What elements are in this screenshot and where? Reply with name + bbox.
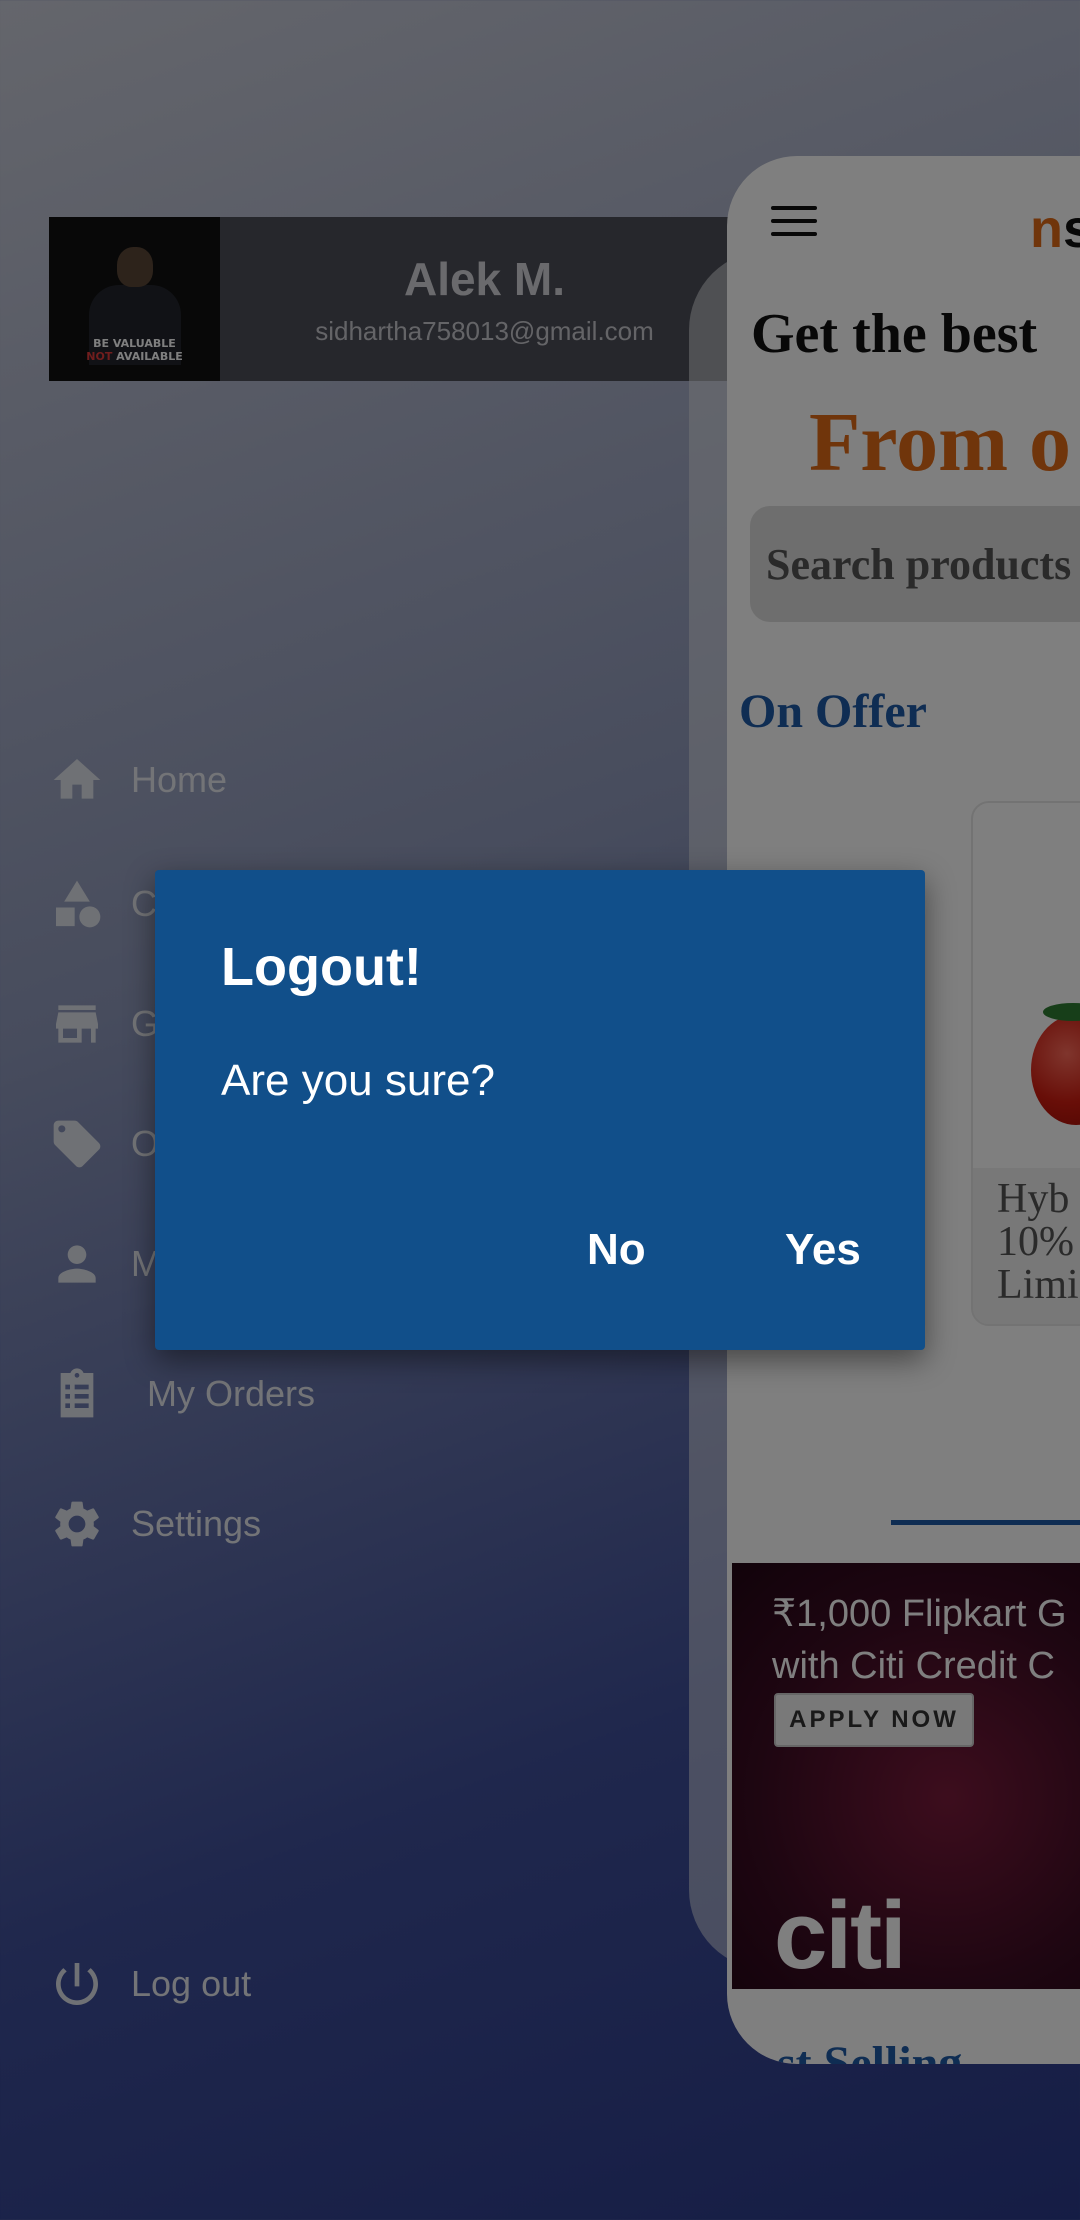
dialog-message: Are you sure? (221, 1056, 495, 1105)
logout-dialog: Logout! Are you sure? No Yes (155, 870, 925, 1350)
dialog-title: Logout! (221, 937, 422, 997)
no-button[interactable]: No (563, 1210, 670, 1290)
yes-button[interactable]: Yes (761, 1210, 885, 1290)
